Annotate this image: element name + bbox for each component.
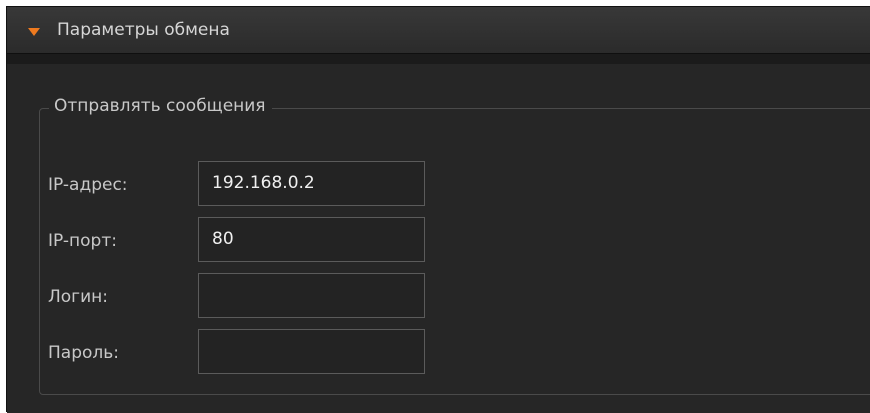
collapse-triangle-icon[interactable] bbox=[28, 28, 40, 36]
login-label: Логин: bbox=[48, 287, 109, 307]
panel-title: Параметры обмена bbox=[57, 20, 230, 40]
panel-content: Отправлять сообщения IP-адрес: 192.168.0… bbox=[7, 64, 870, 413]
ip-port-input[interactable]: 80 bbox=[198, 217, 425, 262]
panel-header[interactable]: Параметры обмена bbox=[7, 7, 870, 54]
ip-address-value: 192.168.0.2 bbox=[212, 173, 315, 193]
ip-port-value: 80 bbox=[212, 229, 234, 249]
header-divider bbox=[7, 54, 870, 64]
ip-address-label: IP-адрес: bbox=[48, 175, 128, 195]
send-messages-group bbox=[39, 108, 870, 395]
settings-panel: Параметры обмена Отправлять сообщения IP… bbox=[6, 6, 870, 413]
login-input[interactable] bbox=[198, 273, 425, 318]
send-messages-group-title: Отправлять сообщения bbox=[49, 96, 272, 116]
password-input[interactable] bbox=[198, 329, 425, 374]
ip-port-label: IP-порт: bbox=[48, 231, 117, 251]
ip-address-input[interactable]: 192.168.0.2 bbox=[198, 161, 425, 206]
password-label: Пароль: bbox=[48, 343, 120, 363]
